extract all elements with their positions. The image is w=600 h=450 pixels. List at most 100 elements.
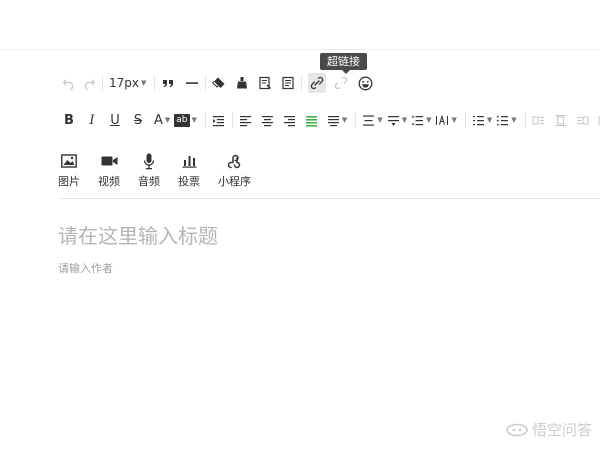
spacing-before-dropdown[interactable]: ▼ bbox=[362, 110, 384, 130]
align-distribute-icon bbox=[327, 115, 339, 126]
unlink-icon bbox=[335, 76, 348, 90]
align-right-icon bbox=[284, 115, 296, 126]
toolbar-separator bbox=[464, 113, 466, 127]
image-icon bbox=[61, 152, 77, 170]
insert-video-label: 视频 bbox=[98, 175, 120, 188]
toolbar-separator bbox=[154, 76, 156, 90]
chevron-down-icon: ▼ bbox=[164, 116, 171, 124]
unlink-button[interactable] bbox=[334, 73, 348, 93]
float-left-button[interactable] bbox=[532, 110, 546, 130]
insert-vote-label: 投票 bbox=[178, 175, 200, 188]
insert-article-button[interactable] bbox=[281, 73, 295, 93]
chevron-down-icon: ▼ bbox=[451, 116, 457, 124]
font-color-label: A bbox=[154, 112, 163, 128]
hyperlink-button[interactable] bbox=[308, 73, 327, 93]
align-distribute-dropdown[interactable]: ▼ bbox=[327, 110, 349, 130]
chevron-down-icon: ▼ bbox=[401, 116, 408, 124]
hyperlink-tooltip: 超链接 bbox=[320, 53, 367, 74]
insert-mini-program-label: 小程序 bbox=[218, 175, 251, 188]
eraser-icon bbox=[212, 77, 225, 88]
highlight-label: ab bbox=[174, 113, 190, 127]
chevron-down-icon: ▼ bbox=[191, 116, 197, 124]
toolbar-separator bbox=[524, 113, 526, 127]
link-icon bbox=[311, 76, 324, 90]
align-left-icon bbox=[240, 115, 252, 126]
bold-button[interactable]: B bbox=[62, 110, 76, 130]
redo-icon bbox=[84, 79, 96, 90]
chevron-down-icon: ▼ bbox=[141, 79, 147, 87]
toolbar-separator bbox=[205, 76, 207, 90]
underline-button[interactable]: U bbox=[108, 110, 122, 130]
font-size-dropdown[interactable]: 17px ▼ bbox=[109, 73, 148, 93]
insert-audio-button[interactable]: 音频 bbox=[138, 152, 160, 189]
ordered-list-dropdown[interactable]: ▼ bbox=[472, 110, 494, 130]
paragraph-spacing-icon bbox=[363, 115, 375, 126]
float-left-icon bbox=[532, 115, 545, 125]
microphone-icon bbox=[143, 152, 155, 170]
font-color-button[interactable]: A ▼ bbox=[154, 110, 172, 130]
mini-program-icon bbox=[227, 152, 242, 170]
italic-button[interactable]: I bbox=[85, 110, 99, 130]
toolbar-row-2: B I U S A ▼ ab ▼ ▼ ▼ ▼ ▼ ▼ ▼ ▼ bbox=[62, 109, 600, 131]
line-height-icon bbox=[411, 115, 424, 125]
document-edit-icon bbox=[259, 76, 272, 90]
float-right-button[interactable] bbox=[576, 110, 590, 130]
insert-mini-program-button[interactable]: 小程序 bbox=[218, 152, 251, 189]
line-height-dropdown[interactable]: ▼ bbox=[411, 110, 433, 130]
unordered-list-dropdown[interactable]: ▼ bbox=[496, 110, 518, 130]
highlight-color-button[interactable]: ab ▼ bbox=[174, 110, 199, 130]
format-painter-icon bbox=[237, 77, 248, 89]
toolbar-separator bbox=[355, 113, 357, 127]
emoji-button[interactable] bbox=[358, 73, 373, 93]
insert-audio-label: 音频 bbox=[138, 175, 160, 188]
float-right-icon bbox=[577, 115, 589, 125]
insert-image-button[interactable]: 图片 bbox=[58, 152, 80, 189]
strikethrough-button[interactable]: S bbox=[131, 110, 145, 130]
undo-button[interactable] bbox=[62, 73, 76, 93]
bar-chart-icon bbox=[182, 152, 197, 170]
indent-button[interactable] bbox=[212, 110, 226, 130]
insert-image-label: 图片 bbox=[58, 175, 80, 188]
align-right-button[interactable] bbox=[283, 110, 297, 130]
title-input[interactable] bbox=[58, 224, 558, 248]
toolbar-separator bbox=[204, 113, 206, 127]
line-spacing-icon bbox=[387, 115, 399, 126]
align-justify-icon bbox=[306, 115, 318, 127]
insert-template-button[interactable] bbox=[258, 73, 272, 93]
toolbar-separator bbox=[102, 76, 103, 90]
chevron-down-icon: ▼ bbox=[426, 116, 432, 124]
author-input[interactable] bbox=[58, 262, 358, 275]
toolbar-separator bbox=[301, 76, 303, 90]
undo-icon bbox=[62, 79, 74, 90]
unordered-list-icon bbox=[497, 115, 509, 125]
clear-format-button[interactable] bbox=[212, 73, 226, 93]
toolbar-separator bbox=[231, 113, 233, 127]
ordered-list-icon bbox=[472, 115, 484, 125]
align-left-button[interactable] bbox=[239, 110, 253, 130]
insert-vote-button[interactable]: 投票 bbox=[178, 152, 200, 189]
float-center-button[interactable] bbox=[554, 110, 568, 130]
top-divider bbox=[0, 49, 600, 50]
letter-spacing-dropdown[interactable]: ▼ bbox=[435, 110, 458, 130]
wukong-logo-icon bbox=[506, 423, 528, 436]
watermark-text: 悟空问答 bbox=[531, 421, 592, 439]
video-icon bbox=[101, 152, 118, 170]
horizontal-rule-icon bbox=[186, 82, 199, 84]
emoji-icon bbox=[358, 76, 373, 90]
horizontal-rule-button[interactable] bbox=[185, 73, 199, 93]
insert-video-button[interactable]: 视频 bbox=[98, 152, 120, 189]
chevron-down-icon: ▼ bbox=[486, 116, 493, 124]
format-painter-button[interactable] bbox=[235, 73, 249, 93]
blockquote-button[interactable] bbox=[161, 73, 175, 93]
watermark: 悟空问答 bbox=[506, 419, 592, 440]
font-size-value: 17px bbox=[109, 76, 139, 90]
align-justify-button[interactable] bbox=[305, 110, 319, 130]
chevron-down-icon: ▼ bbox=[377, 116, 383, 124]
align-center-icon bbox=[262, 115, 274, 126]
align-center-button[interactable] bbox=[261, 110, 275, 130]
indent-icon bbox=[213, 115, 225, 126]
toolbar-row-1: 17px ▼ bbox=[62, 72, 373, 94]
content-divider bbox=[58, 198, 600, 199]
redo-button[interactable] bbox=[82, 73, 96, 93]
spacing-after-dropdown[interactable]: ▼ bbox=[387, 110, 409, 130]
